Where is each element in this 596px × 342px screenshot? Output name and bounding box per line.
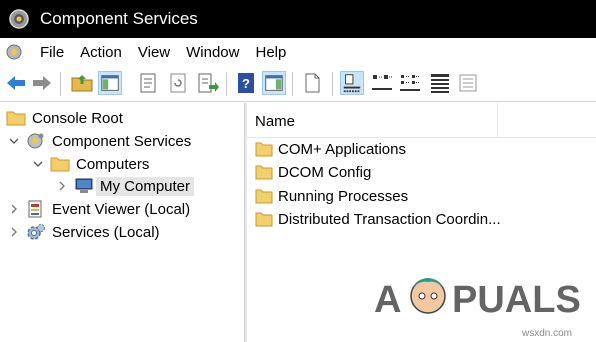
export-list-icon[interactable] xyxy=(196,71,220,95)
console-menu-icon[interactable] xyxy=(4,42,24,62)
tree-item-label: Component Services xyxy=(52,132,192,150)
menu-help[interactable]: Help xyxy=(247,38,294,66)
toolbar-separator xyxy=(226,72,227,96)
window-title: Component Services xyxy=(40,9,198,28)
toolbar-separator xyxy=(332,72,333,96)
column-divider[interactable] xyxy=(497,103,498,137)
menu-window[interactable]: Window xyxy=(178,38,247,66)
folder-icon xyxy=(255,212,273,227)
list-item-label: COM+ Applications xyxy=(278,140,406,158)
chevron-right-icon[interactable] xyxy=(8,203,20,215)
tree-item-event-viewer[interactable]: Event Viewer (Local) xyxy=(8,198,190,220)
tree-item-label: Event Viewer (Local) xyxy=(52,200,191,218)
list-item-label: Running Processes xyxy=(278,187,409,205)
folder-icon xyxy=(255,165,273,180)
services-gear-icon xyxy=(27,224,45,240)
title-bar: Component Services xyxy=(0,0,596,38)
menu-action[interactable]: Action xyxy=(72,38,130,66)
svg-text:PUALS: PUALS xyxy=(452,279,581,321)
folder-icon xyxy=(6,111,26,126)
show-hide-action-pane-icon[interactable] xyxy=(262,71,286,95)
large-icons-view-icon[interactable] xyxy=(340,71,364,95)
list-item-com-applications[interactable]: COM+ Applications xyxy=(255,138,406,160)
tree-item-label: Console Root xyxy=(32,109,123,127)
folder-icon xyxy=(255,189,273,204)
chevron-down-icon[interactable] xyxy=(8,135,20,147)
new-window-icon[interactable] xyxy=(300,71,324,95)
list-view-icon[interactable] xyxy=(398,71,422,95)
tree-item-computers[interactable]: Computers xyxy=(32,153,149,175)
back-arrow-icon[interactable] xyxy=(4,71,28,95)
tree-item-services[interactable]: Services (Local) xyxy=(8,221,160,243)
list-item-dcom-config[interactable]: DCOM Config xyxy=(255,161,371,183)
toolbar-separator xyxy=(60,72,61,96)
tree-item-component-services[interactable]: Component Services xyxy=(8,130,191,152)
chevron-right-icon[interactable] xyxy=(56,180,68,192)
tree-item-label: Computers xyxy=(76,155,150,173)
refresh-icon[interactable] xyxy=(166,71,190,95)
menu-bar: File Action View Window Help xyxy=(0,38,596,66)
properties-list-icon[interactable] xyxy=(456,71,480,95)
column-header-name[interactable]: Name xyxy=(255,113,295,130)
up-folder-icon[interactable] xyxy=(70,71,94,95)
toolbar: ? xyxy=(0,66,596,102)
properties-icon[interactable] xyxy=(136,71,160,95)
svg-text:A: A xyxy=(374,279,401,321)
component-services-icon xyxy=(27,133,44,149)
list-item-label: Distributed Transaction Coordin... xyxy=(278,210,501,228)
appuals-watermark-logo: A PUALS xyxy=(374,278,581,321)
list-item-label: DCOM Config xyxy=(278,163,372,181)
chevron-down-icon[interactable] xyxy=(32,158,44,170)
console-tree-pane: Console Root Component Services Computer… xyxy=(0,103,244,342)
folder-icon xyxy=(50,157,70,172)
detail-view-icon[interactable] xyxy=(428,71,452,95)
forward-arrow-icon[interactable] xyxy=(30,71,54,95)
chevron-right-icon[interactable] xyxy=(8,226,20,238)
show-hide-tree-icon[interactable] xyxy=(98,71,122,95)
tree-item-label: My Computer xyxy=(96,176,195,196)
component-services-app-icon xyxy=(9,9,29,29)
my-computer-icon xyxy=(75,178,93,193)
tree-item-console-root[interactable]: Console Root xyxy=(6,107,123,129)
menu-file[interactable]: File xyxy=(32,38,72,66)
svg-text:?: ? xyxy=(242,76,250,91)
event-viewer-icon xyxy=(28,200,42,218)
help-icon[interactable]: ? xyxy=(234,71,258,95)
list-item-running-processes[interactable]: Running Processes xyxy=(255,185,408,207)
small-icons-view-icon[interactable] xyxy=(370,71,394,95)
tree-item-label: Services (Local) xyxy=(52,223,160,241)
toolbar-separator xyxy=(292,72,293,96)
menu-view[interactable]: View xyxy=(130,38,178,66)
folder-icon xyxy=(255,142,273,157)
tree-item-my-computer[interactable]: My Computer xyxy=(56,175,195,197)
list-item-distributed-transaction-coordinator[interactable]: Distributed Transaction Coordin... xyxy=(255,208,501,230)
watermark-site: wsxdn.com xyxy=(522,328,573,339)
